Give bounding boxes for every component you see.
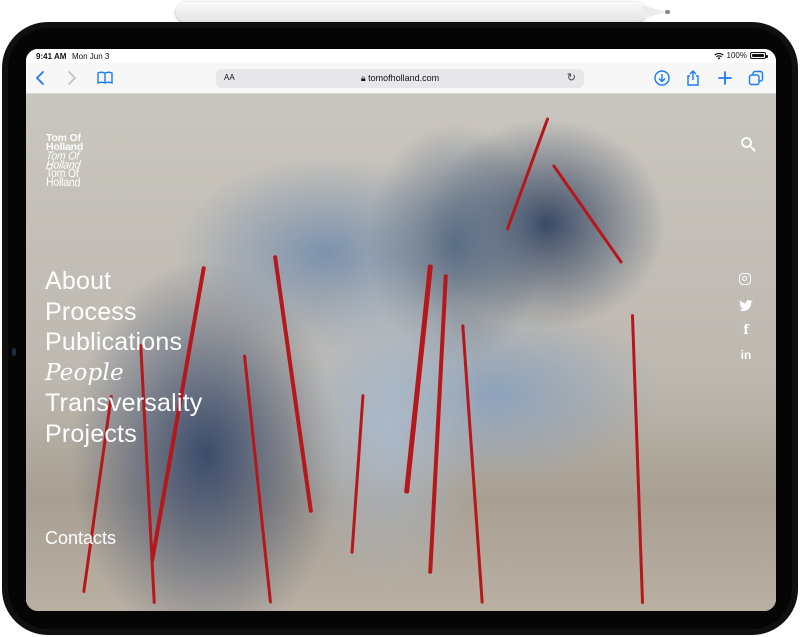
forward-icon[interactable] [62, 69, 80, 87]
twitter-icon[interactable] [738, 298, 754, 314]
battery-percent: 100% [726, 51, 747, 60]
logo-line: Holland [45, 175, 81, 190]
screen: 9:41 AM Mon Jun 3 100% AA 🔒︎ tomofhollan… [26, 49, 776, 611]
reload-icon[interactable]: ↻ [567, 71, 576, 84]
menu-item-process[interactable]: Process [45, 297, 202, 328]
menu-item-about[interactable]: About [45, 266, 202, 297]
hero-photo: Tom Of Holland Tom Of Holland Tom Of Hol… [26, 94, 776, 611]
url-label: tomofholland.com [368, 73, 440, 83]
address-bar[interactable]: AA 🔒︎ tomofholland.com ↻ [216, 69, 584, 88]
menu-item-people[interactable]: People [45, 358, 202, 389]
battery-icon [750, 52, 768, 59]
status-date: Mon Jun 3 [72, 52, 110, 61]
status-time: 9:41 AM [36, 52, 67, 61]
menu-item-transversality[interactable]: Transversality [45, 388, 202, 419]
camera [12, 348, 16, 356]
instagram-icon[interactable] [738, 272, 754, 288]
new-tab-icon[interactable] [716, 69, 734, 87]
site-logo[interactable]: Tom Of Holland Tom Of Holland Tom Of Hol… [45, 133, 116, 190]
back-icon[interactable] [32, 69, 50, 87]
download-icon[interactable] [653, 69, 671, 87]
share-icon[interactable] [684, 69, 702, 87]
safari-toolbar: AA 🔒︎ tomofholland.com ↻ [26, 63, 776, 94]
bookmarks-icon[interactable] [96, 69, 114, 87]
tabs-icon[interactable] [747, 69, 765, 87]
contacts-link[interactable]: Contacts [45, 528, 116, 549]
lock-icon: 🔒︎ [360, 73, 366, 83]
url-text: 🔒︎ tomofholland.com [216, 73, 584, 84]
status-bar: 9:41 AM Mon Jun 3 100% [26, 49, 776, 63]
menu-item-publications[interactable]: Publications [45, 327, 202, 358]
menu-item-projects[interactable]: Projects [45, 419, 202, 450]
facebook-icon[interactable]: f [738, 323, 754, 339]
wifi-icon [713, 52, 724, 59]
apple-pencil [176, 2, 670, 22]
linkedin-icon[interactable]: in [738, 347, 754, 363]
main-menu: About Process Publications People Transv… [45, 266, 202, 449]
search-icon[interactable] [740, 136, 756, 152]
